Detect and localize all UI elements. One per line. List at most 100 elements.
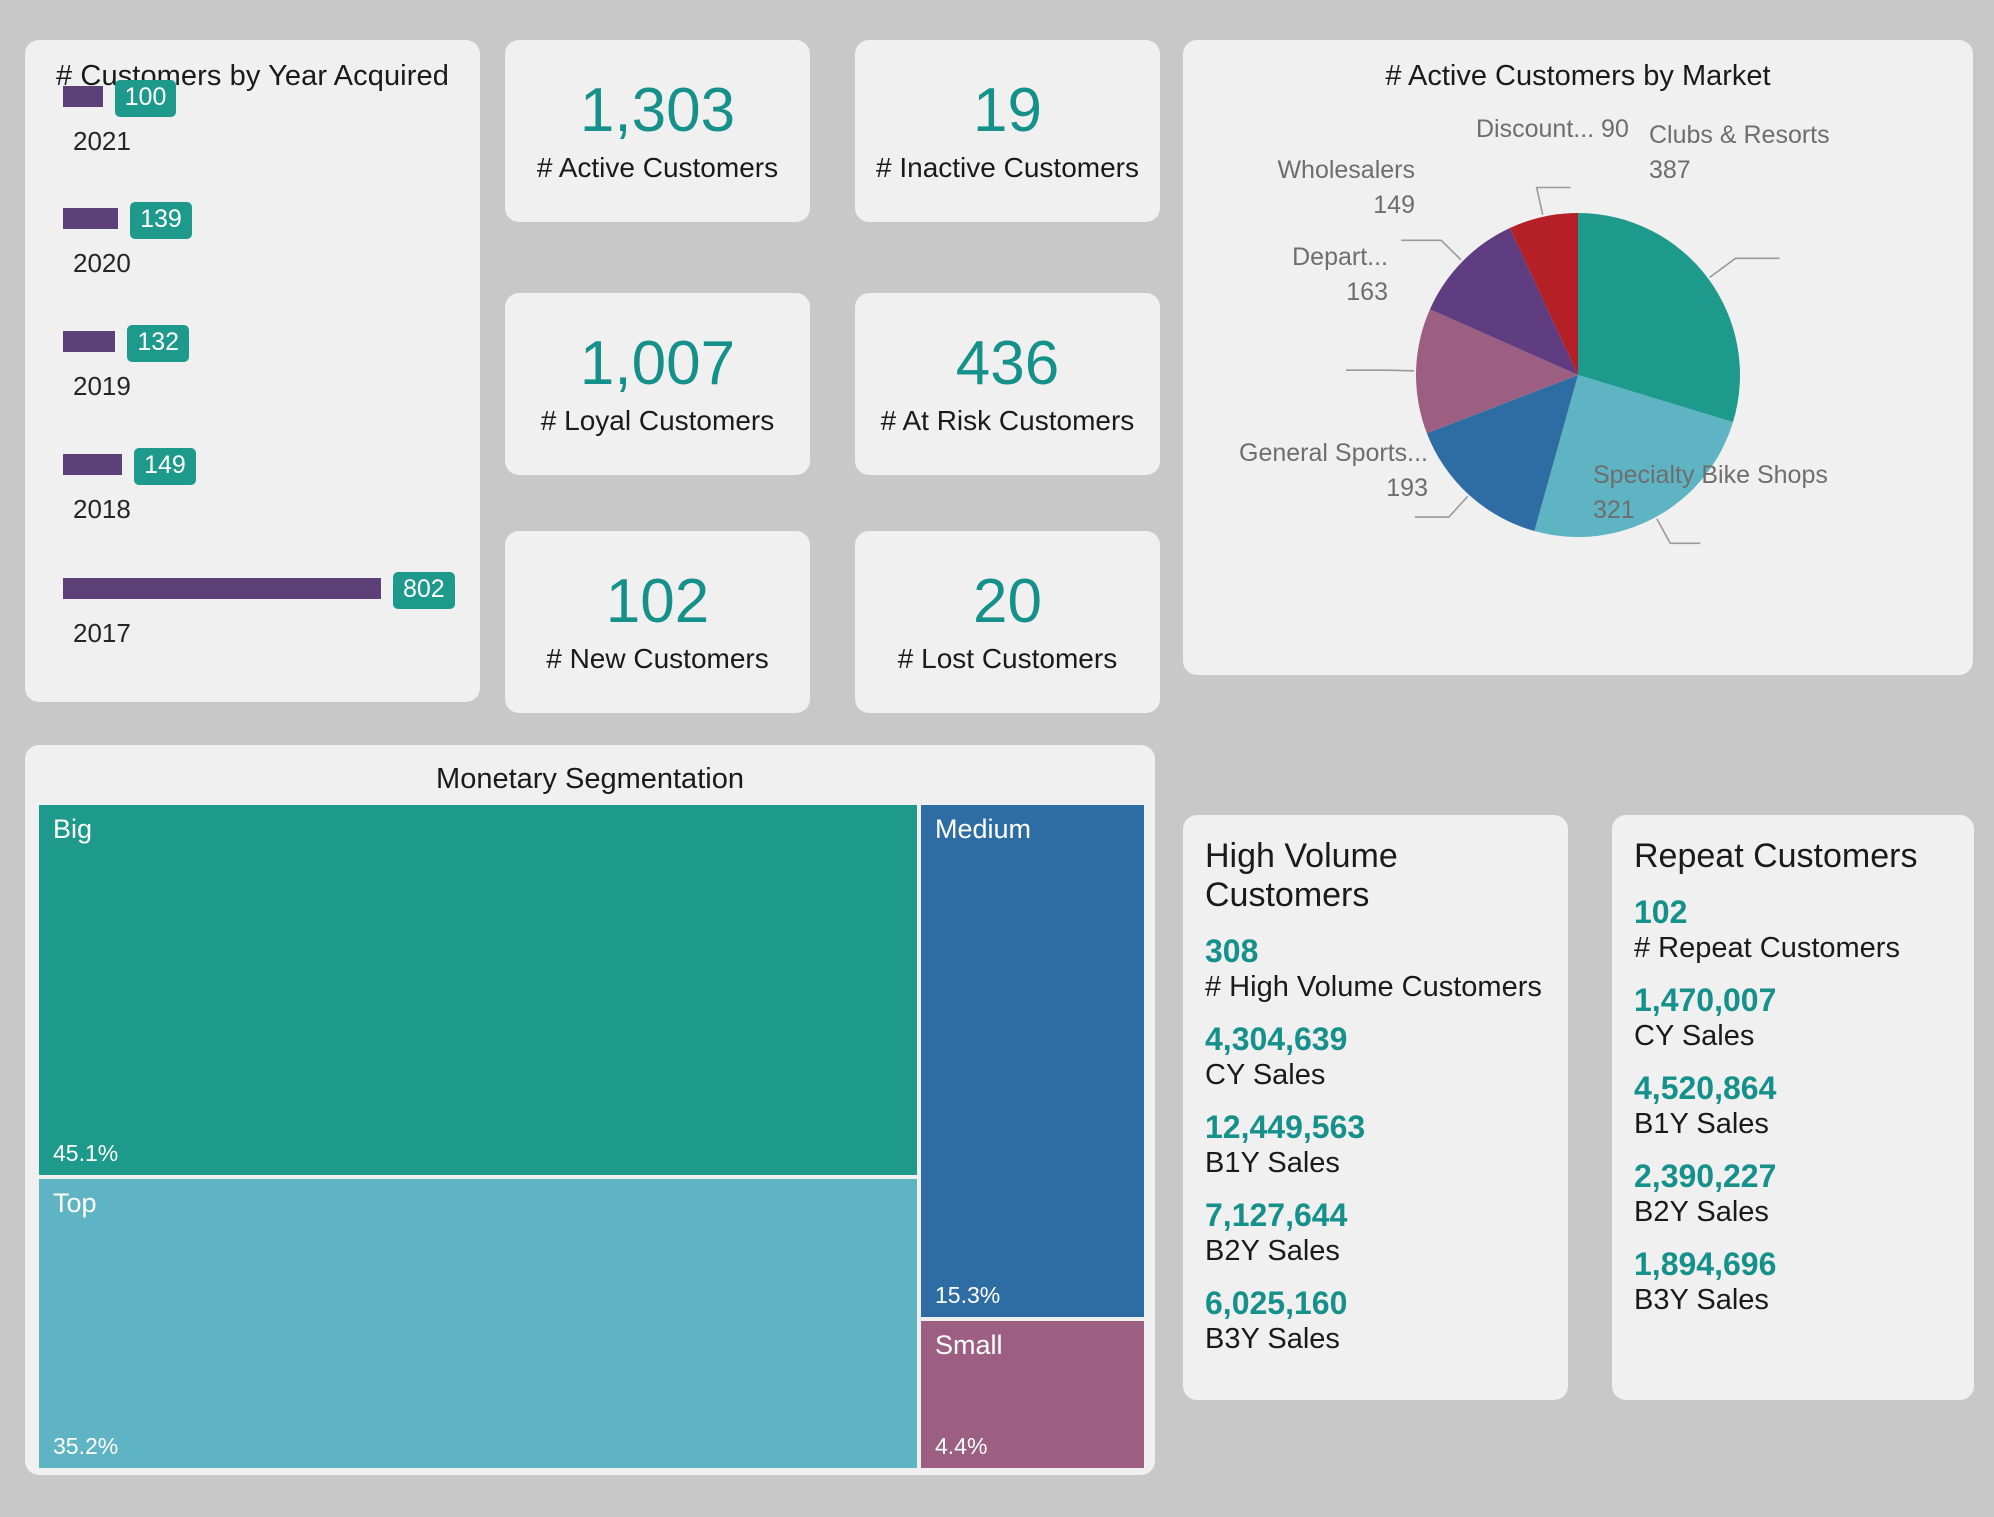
metric-value: 102 (1634, 894, 1688, 930)
pie-slice-label: Discount... 90 (1476, 112, 1629, 147)
repeat-customers-card[interactable]: Repeat Customers 102 # Repeat Customers … (1612, 815, 1974, 1400)
bar-fill[interactable] (63, 208, 119, 229)
treemap-title: Monetary Segmentation (436, 763, 744, 795)
kpi-value: 19 (973, 76, 1042, 146)
metric-label: CY Sales (1205, 1059, 1326, 1092)
bar-category-label: 2018 (73, 494, 131, 524)
metric-value: 12,449,563 (1205, 1108, 1366, 1145)
bar-fill[interactable] (63, 578, 381, 599)
kpi-label: # Inactive Customers (876, 151, 1139, 183)
monetary-segmentation-card[interactable]: Monetary Segmentation Big 45.1% Top 35.2% Me… (25, 745, 1155, 1475)
metric-row: 12,449,563 B1Y Sales (1205, 1109, 1546, 1181)
metric-label: CY Sales (1634, 1020, 1755, 1053)
bar-fill[interactable] (63, 454, 123, 475)
kpi-card-new-customers[interactable]: 102 # New Customers (505, 531, 810, 713)
treemap-tile-value: 35.2% (53, 1433, 119, 1459)
metric-row: 4,304,639 CY Sales (1205, 1021, 1546, 1093)
kpi-card-at-risk-customers[interactable]: 436 # At Risk Customers (855, 293, 1160, 475)
treemap-tile-label: Medium (935, 814, 1032, 844)
metric-value: 4,304,639 (1205, 1020, 1348, 1057)
pie-label-value: 149 (1373, 190, 1415, 219)
bar-track[interactable]: 802 (25, 572, 480, 609)
metric-value: 1,894,696 (1634, 1245, 1777, 1282)
metric-label: B3Y Sales (1205, 1322, 1340, 1355)
kpi-card-loyal-customers[interactable]: 1,007 # Loyal Customers (505, 293, 810, 475)
bar-group[interactable]: 132 2019 (25, 325, 480, 401)
metric-row: 1,894,696 B3Y Sales (1634, 1246, 1952, 1318)
bar-group[interactable]: 100 2021 (25, 80, 480, 156)
kpi-value: 1,007 (579, 329, 736, 399)
metric-label: B2Y Sales (1205, 1234, 1340, 1267)
pie-label-name: General Sports... (1239, 439, 1428, 467)
kpi-label: # Loyal Customers (540, 404, 775, 436)
treemap-tile[interactable]: Big 45.1% (39, 805, 917, 1175)
metric-label: # High Volume Customers (1205, 971, 1542, 1004)
bar-group[interactable]: 149 2018 (25, 448, 480, 524)
bar-category-label: 2017 (73, 618, 131, 648)
pie-slice-label: Wholesalers 149 (1183, 153, 1415, 222)
bar-chart-plot[interactable]: 100 2021 139 2020 132 2019 149 2018 802 2017 (25, 80, 480, 690)
metric-label: B2Y Sales (1634, 1195, 1769, 1228)
bar-data-label: 149 (134, 448, 196, 485)
treemap-tile[interactable]: Top 35.2% (39, 1179, 917, 1468)
metric-value: 308 (1205, 933, 1259, 969)
pie-leader-line (1346, 369, 1415, 372)
kpi-card-lost-customers[interactable]: 20 # Lost Customers (855, 531, 1160, 713)
treemap-plot[interactable]: Big 45.1% Top 35.2% Medium 15.3% Small 4.4% (39, 805, 1144, 1468)
treemap-tile-value: 4.4% (935, 1433, 988, 1459)
bar-group[interactable]: 139 2020 (25, 202, 480, 278)
metric-value: 7,127,644 (1205, 1196, 1348, 1233)
pie-leader-line (1709, 257, 1780, 279)
treemap-tile-value: 45.1% (53, 1140, 119, 1166)
bar-data-label: 132 (127, 325, 190, 362)
metric-row: 102 # Repeat Customers (1634, 894, 1952, 966)
detail-card-title: High Volume Customers (1205, 837, 1398, 914)
pie-leader-line (1535, 186, 1571, 216)
metric-value: 4,520,864 (1634, 1069, 1777, 1106)
metric-label: # Repeat Customers (1634, 932, 1900, 965)
pie-chart-plot[interactable]: Clubs & Resorts 387 Specialty Bike Shops 32… (1183, 40, 1973, 675)
customers-by-year-card[interactable]: # Customers by Year Acquired 100 2021 139 2… (25, 40, 480, 702)
pie-slice-label: Clubs & Resorts 387 (1649, 118, 1830, 187)
bar-track[interactable]: 139 (25, 202, 480, 239)
bar-category-label: 2021 (73, 126, 131, 156)
pie-slice-label: General Sports... 193 (1183, 436, 1428, 505)
bar-group[interactable]: 802 2017 (25, 572, 480, 648)
pie-leader-line (1401, 239, 1462, 261)
bar-track[interactable]: 100 (25, 80, 480, 117)
pie-label-value: 193 (1386, 473, 1428, 502)
kpi-value: 436 (955, 329, 1060, 399)
kpi-card-inactive-customers[interactable]: 19 # Inactive Customers (855, 40, 1160, 222)
treemap-tile-label: Small (935, 1330, 1003, 1360)
treemap-tile[interactable]: Small 4.4% (921, 1321, 1144, 1468)
high-volume-customers-card[interactable]: High Volume Customers 308 # High Volume … (1183, 815, 1568, 1400)
bar-fill[interactable] (63, 331, 116, 352)
bar-data-label: 139 (130, 202, 192, 239)
metric-label: B1Y Sales (1205, 1146, 1340, 1179)
metric-row: 4,520,864 B1Y Sales (1634, 1070, 1952, 1142)
kpi-value: 1,303 (579, 76, 736, 146)
bar-category-label: 2019 (73, 371, 131, 401)
kpi-card-active-customers[interactable]: 1,303 # Active Customers (505, 40, 810, 222)
bar-data-label: 100 (114, 80, 177, 117)
metric-label: B3Y Sales (1634, 1283, 1769, 1316)
treemap-tile-label: Big (53, 814, 93, 844)
kpi-value: 102 (605, 567, 710, 637)
bar-category-label: 2020 (73, 248, 131, 278)
pie-label-value: 387 (1649, 155, 1691, 184)
kpi-label: # Lost Customers (897, 642, 1118, 674)
pie-label-name: Specialty Bike Shops (1593, 461, 1828, 489)
bar-track[interactable]: 149 (25, 448, 480, 485)
metric-label: B1Y Sales (1634, 1107, 1769, 1140)
pie-label-name: Discount... 90 (1476, 115, 1629, 143)
kpi-label: # Active Customers (536, 151, 779, 183)
pie-label-name: Clubs & Resorts (1649, 121, 1830, 149)
detail-card-title: Repeat Customers (1634, 837, 1918, 875)
active-customers-by-market-card[interactable]: # Active Customers by Market Clubs & Res… (1183, 40, 1973, 675)
pie-label-name: Wholesalers (1277, 156, 1415, 184)
bar-fill[interactable] (63, 86, 103, 107)
treemap-tile[interactable]: Medium 15.3% (921, 805, 1144, 1317)
metric-row: 1,470,007 CY Sales (1634, 982, 1952, 1054)
bar-data-label: 802 (393, 572, 455, 609)
bar-track[interactable]: 132 (25, 325, 480, 362)
